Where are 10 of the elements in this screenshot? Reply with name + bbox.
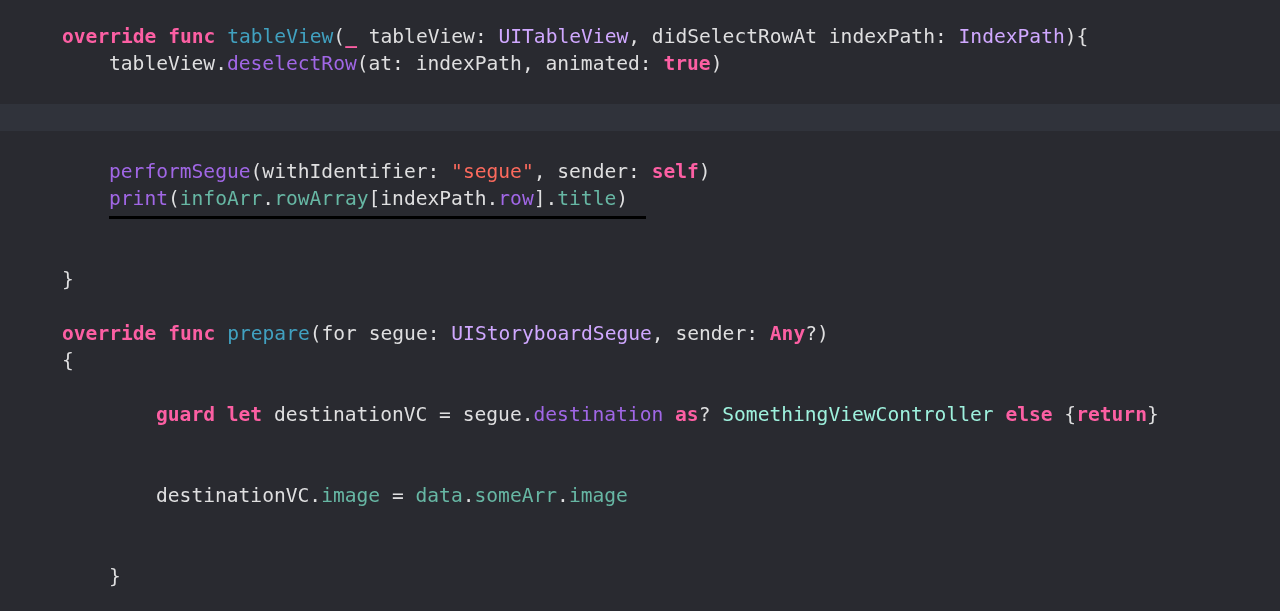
code-line: print(infoArr.rowArray[indexPath.row].title) <box>109 187 647 219</box>
code-line: guard let destinationVC = segue.destination as? SomethingViewController else {return} <box>156 403 1159 426</box>
code-line: performSegue(withIdentifier: "segue", sender: self) <box>109 160 711 183</box>
code-line: tableView.deselectRow(at: indexPath, animated: true) <box>109 52 723 75</box>
code-line: { <box>62 349 74 372</box>
code-line: destinationVC.image = data.someArr.image <box>156 484 628 507</box>
code-line: override func tableView(_ tableView: UITableView, didSelectRowAt indexPath: IndexPath){ <box>62 25 1089 48</box>
code-line: } <box>109 565 121 588</box>
code-line: override func prepare(for segue: UIStoryboardSegue, sender: Any?) <box>62 322 829 345</box>
code-line: } <box>62 268 74 291</box>
